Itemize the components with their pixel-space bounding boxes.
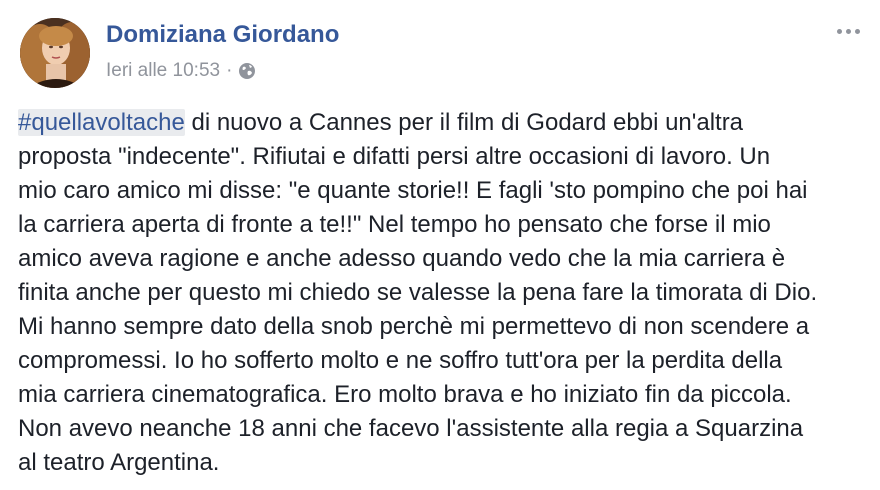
post-text-line: mio caro amico mi disse: "e quante stori… [18,177,808,204]
post-text-line: compromessi. Io ho sofferto molto e ne s… [18,347,783,374]
more-dot [854,28,860,34]
post-text-segment: di nuovo a Cannes per il film di Godard … [184,109,744,136]
facebook-post: Domiziana Giordano Ieri alle 10:53 · #qu… [0,0,880,490]
post-text-line: mia carriera cinematografica. Ero molto … [18,381,792,408]
author-avatar[interactable] [20,18,90,88]
post-text-line: proposta "indecente". Rifiutai e difatti… [18,143,771,170]
post-text-line: Non avevo neanche 18 anni che facevo l'a… [18,415,804,442]
post-text-line: Mi hanno sempre dato della snob perchè m… [18,313,810,340]
meta-separator: · [226,60,233,81]
more-dot [836,28,842,34]
post-text-line: la carriera aperta di fronte a te!!" Nel… [18,211,771,238]
post-text-line: finita anche per questo mi chiedo se val… [18,279,818,306]
more-options-icon[interactable] [830,18,866,44]
post-text-line: amico aveva ragione e anche adesso quand… [18,245,786,272]
post-text-line: al teatro Argentina. [18,449,220,476]
globe-icon[interactable] [238,62,256,80]
post-content: #quellavoltache di nuovo a Cannes per il… [18,106,868,480]
post-meta: Ieri alle 10:53 · [106,60,256,82]
author-name[interactable]: Domiziana Giordano [106,21,339,49]
post-text-line: #quellavoltache di nuovo a Cannes per il… [18,106,868,140]
post-timestamp[interactable]: Ieri alle 10:53 [106,60,220,82]
avatar-photo [20,18,90,88]
more-dot [845,28,851,34]
hashtag-link[interactable]: #quellavoltache [18,109,185,136]
